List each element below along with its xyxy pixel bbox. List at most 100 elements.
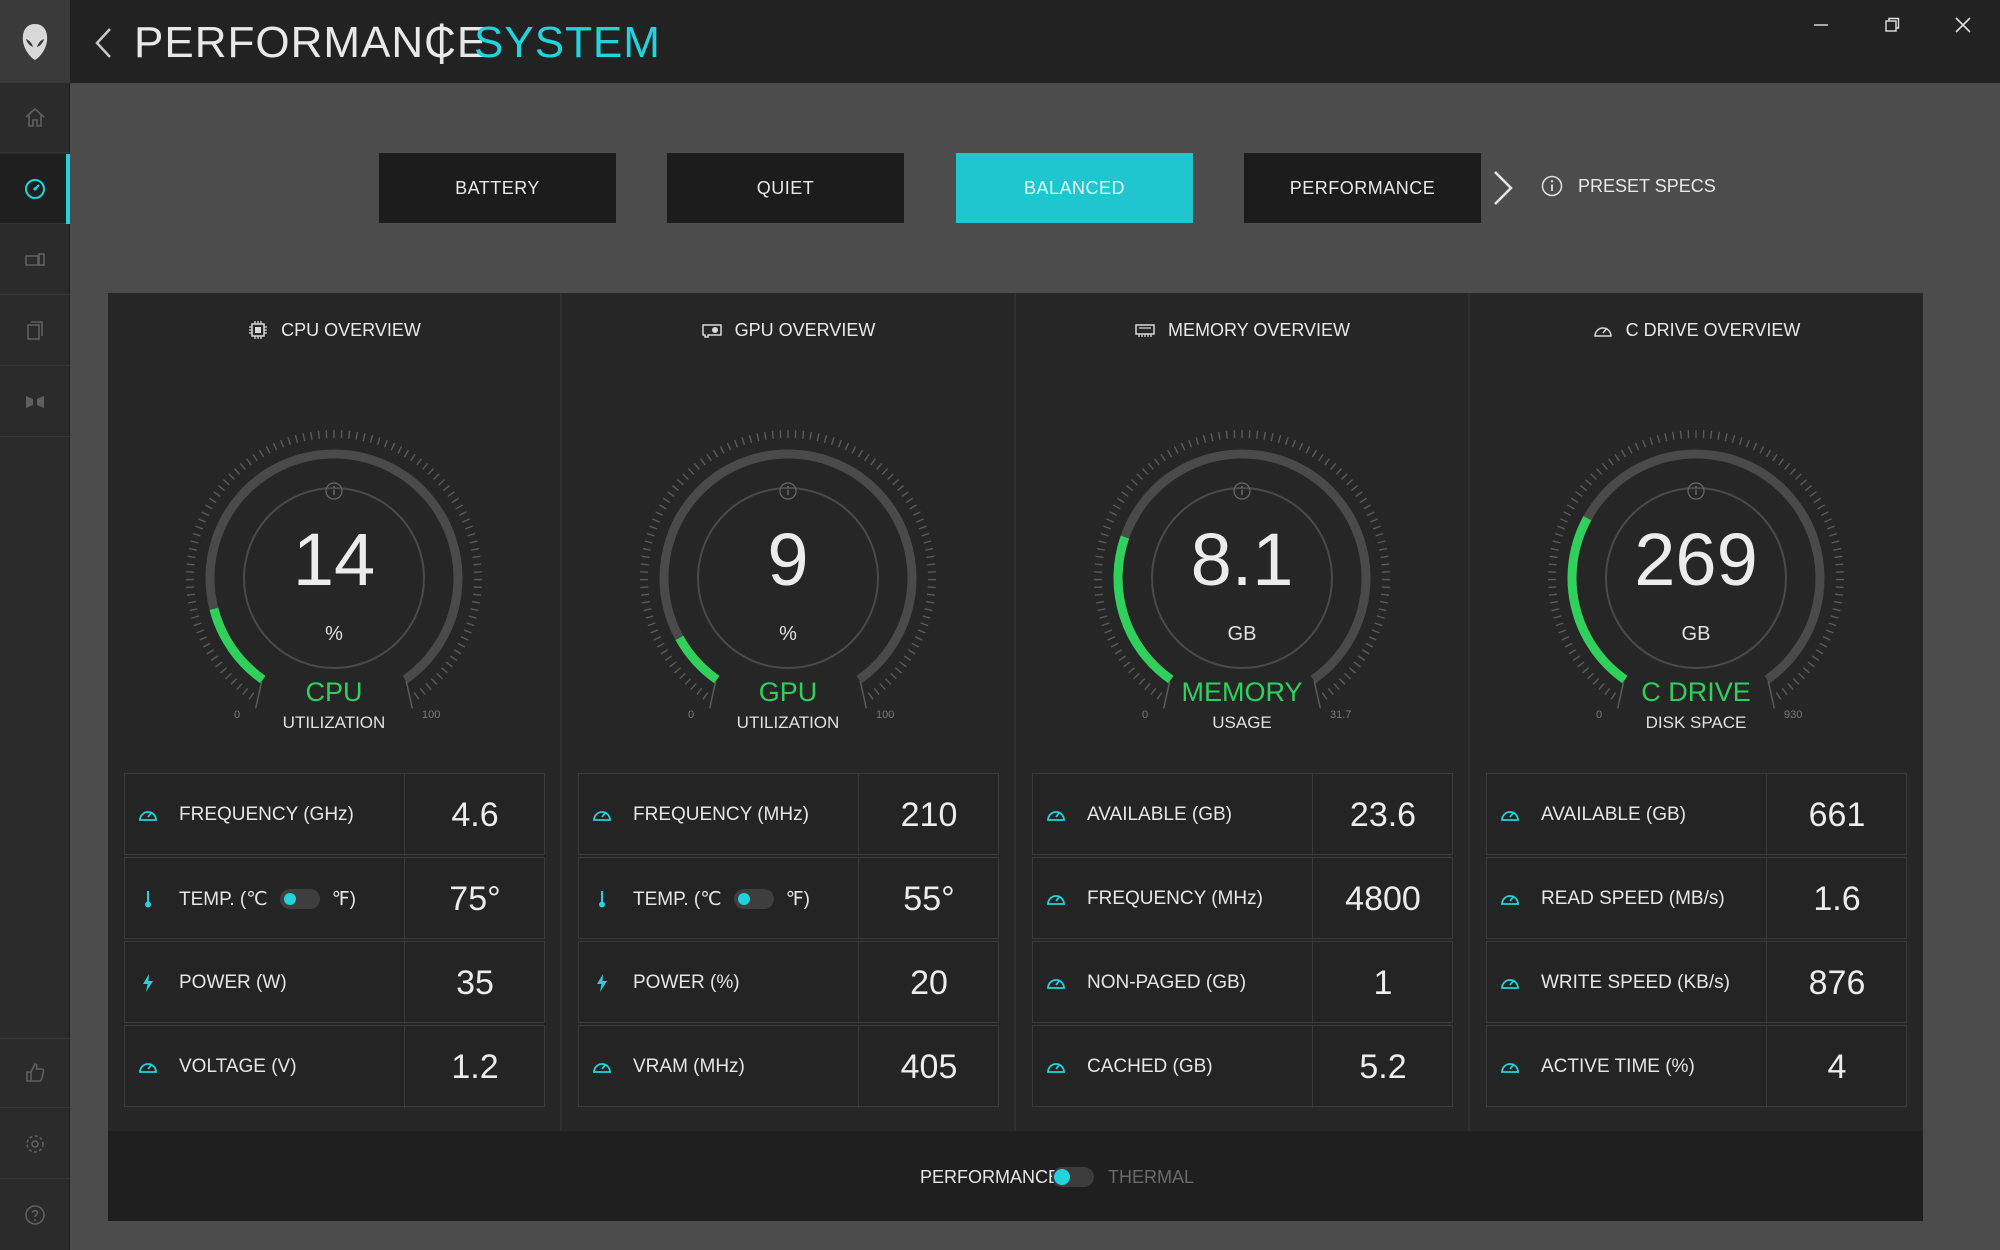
lightning-icon [143, 974, 153, 992]
stat-label-text: TEMP. (℃ [179, 888, 268, 910]
speedometer-icon [139, 1063, 157, 1073]
stat-label: POWER (%) [579, 942, 859, 1024]
thermometer-icon [145, 891, 151, 908]
gpu-overview-column: GPU OVERVIEW 9% GPU UTILIZATION 0 100 FREQUENC… [562, 293, 1014, 1131]
gauge-min-label: 0 [234, 709, 241, 721]
stat-label-text: AVAILABLE (GB) [1541, 804, 1687, 825]
speedometer-icon [1047, 1063, 1065, 1073]
stat-label-text: TEMP. (℃ [633, 888, 722, 910]
gauge-unit: GB [1681, 623, 1711, 645]
column-header-label: CPU OVERVIEW [281, 319, 421, 340]
stat-label: VRAM (MHz) [579, 1026, 859, 1108]
speedometer-icon [139, 811, 157, 821]
stat-value: 1 [1373, 963, 1393, 1002]
gauge-info-icon[interactable] [324, 481, 344, 501]
stat-row: READ SPEED (MB/s) 1.6 [1486, 857, 1907, 940]
stat-label-text: FREQUENCY (MHz) [633, 804, 809, 825]
sidebar-item-help[interactable] [0, 1180, 70, 1250]
stat-label-text: POWER (%) [633, 972, 740, 993]
speedometer-icon [1501, 811, 1519, 821]
stat-label: CACHED (GB) [1033, 1026, 1313, 1108]
gauge-min-label: 0 [688, 709, 695, 721]
sidebar-item-library[interactable] [0, 296, 70, 366]
devices-icon [25, 252, 45, 266]
gauge-label: GPU [758, 677, 818, 707]
thermometer-icon [599, 891, 605, 908]
temp-unit-toggle[interactable] [733, 889, 774, 909]
stat-row: VRAM (MHz) 405 [578, 1025, 999, 1108]
speedometer-icon [593, 1063, 611, 1073]
stat-row: TEMP. (℃ ℉) 55° [578, 857, 999, 940]
preset-quiet-button[interactable]: QUIET [667, 153, 904, 223]
gauge-value: 8.1 [1190, 518, 1294, 601]
stat-value: 75° [449, 879, 501, 918]
gauge-info-icon[interactable] [1686, 481, 1706, 501]
sidebar-item-devices[interactable] [0, 225, 70, 295]
back-arrow-icon[interactable] [92, 26, 114, 60]
stat-label-text: ACTIVE TIME (%) [1541, 1056, 1695, 1077]
chevron-right-icon[interactable] [1490, 168, 1516, 208]
stat-label: FREQUENCY (MHz) [579, 774, 859, 856]
stat-label: VOLTAGE (V) [125, 1026, 405, 1108]
sidebar-item-fusion[interactable] [0, 367, 70, 437]
stats-table: AVAILABLE (GB) 23.6 FREQUENCY (MHz) 4800 NON… [1032, 773, 1453, 1109]
gauge-label: MEMORY [1181, 677, 1303, 707]
alien-head-icon [22, 23, 48, 60]
stat-row: NON-PAGED (GB) 1 [1032, 941, 1453, 1024]
sidebar-item-settings[interactable] [0, 1109, 70, 1179]
page-subtitle: SYSTEM [474, 18, 661, 67]
stats-table: FREQUENCY (GHz) 4.6 TEMP. (℃ ℉) 75° POWER (W)… [124, 773, 545, 1109]
restore-button[interactable] [1867, 10, 1917, 40]
title-separator: | [436, 16, 448, 65]
sidebar-item-feedback[interactable] [0, 1038, 70, 1108]
column-header: CPU OVERVIEW [108, 315, 560, 345]
minimize-button[interactable] [1796, 10, 1846, 40]
preset-performance-button[interactable]: PERFORMANCE [1244, 153, 1481, 223]
minimize-icon [1814, 24, 1828, 26]
cpu-chip-icon [249, 321, 268, 339]
cpu-overview-column: CPU OVERVIEW 14% CPU UTILIZATION 0 100 FREQUEN… [108, 293, 560, 1131]
sidebar-item-performance[interactable] [0, 154, 70, 224]
close-button[interactable] [1938, 10, 1988, 40]
stats-table: AVAILABLE (GB) 661 READ SPEED (MB/s) 1.6 WRI… [1486, 773, 1907, 1109]
gauge-info-icon[interactable] [1232, 481, 1252, 501]
speedometer-icon [1501, 979, 1519, 989]
stat-label: AVAILABLE (GB) [1033, 774, 1313, 856]
gauge-info-icon[interactable] [778, 481, 798, 501]
sidebar-item-home[interactable] [0, 83, 70, 153]
stat-label-end: ℉) [785, 888, 810, 910]
stats-table: FREQUENCY (MHz) 210 TEMP. (℃ ℉) 55° POWER (%)… [578, 773, 999, 1109]
c-drive-overview-column: C DRIVE OVERVIEW 269 GB C DRIVE DISK SPACE 0 9… [1470, 293, 1922, 1131]
preset-battery-button[interactable]: BATTERY [379, 153, 616, 223]
column-header: GPU OVERVIEW [562, 315, 1014, 345]
stat-value: 876 [1808, 963, 1866, 1002]
stat-label: POWER (W) [125, 942, 405, 1024]
preset-specs-link[interactable]: PRESET SPECS [1540, 174, 1716, 198]
lightning-icon [597, 974, 607, 992]
column-header-label: C DRIVE OVERVIEW [1625, 319, 1801, 340]
app-window: PERFORMANCE | SYSTEM BATTERY QUIET BALAN… [0, 0, 2000, 1250]
column-header-label: GPU OVERVIEW [734, 319, 876, 340]
stat-row: POWER (W) 35 [124, 941, 545, 1024]
stat-row: ACTIVE TIME (%) 4 [1486, 1025, 1907, 1108]
preset-balanced-button[interactable]: BALANCED [956, 153, 1193, 223]
stat-value: 20 [910, 963, 948, 1002]
column-header-label: MEMORY OVERVIEW [1167, 319, 1351, 340]
gauge-value: 269 [1634, 518, 1758, 601]
speedometer-icon [593, 811, 611, 821]
stat-label: NON-PAGED (GB) [1033, 942, 1313, 1024]
stat-value: 4800 [1345, 879, 1421, 918]
gauge-unit: % [325, 623, 343, 645]
overview-panel: CPU OVERVIEW 14% CPU UTILIZATION 0 100 FREQUEN… [108, 293, 1923, 1131]
column-header: C DRIVE OVERVIEW [1470, 315, 1922, 345]
close-icon [1955, 17, 1971, 33]
stat-row: POWER (%) 20 [578, 941, 999, 1024]
stat-label-text: AVAILABLE (GB) [1087, 804, 1233, 825]
preset-specs-label: PRESET SPECS [1578, 175, 1716, 196]
footer-performance-label: PERFORMANCE [920, 1167, 1061, 1187]
gauge-sublabel: USAGE [1212, 713, 1272, 732]
performance-thermal-toggle[interactable] [1052, 1167, 1094, 1187]
stat-label: WRITE SPEED (KB/s) [1487, 942, 1767, 1024]
temp-unit-toggle[interactable] [279, 889, 320, 909]
stat-value: 210 [900, 795, 958, 834]
